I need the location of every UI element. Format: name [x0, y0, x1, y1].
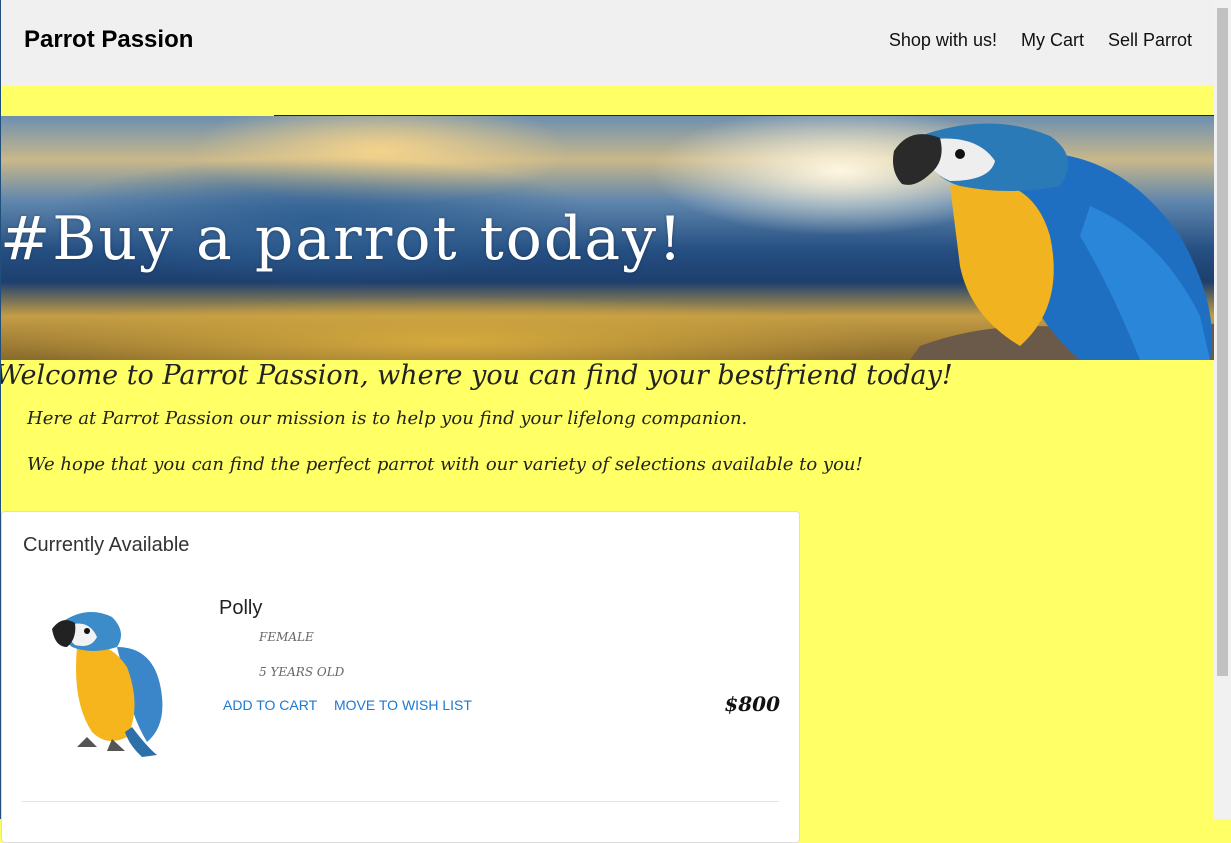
navbar: Parrot Passion Shop with us! My Cart Sel…	[0, 0, 1214, 86]
banner-hashtag-text: #Buy a parrot today!	[0, 204, 685, 274]
add-to-cart-button[interactable]: ADD TO CART	[223, 697, 317, 713]
available-card: Currently Available Polly FEMALE 5 YEARS…	[1, 511, 800, 843]
product-name[interactable]: Polly	[219, 597, 262, 620]
card-title: Currently Available	[23, 534, 190, 556]
page-edge	[0, 0, 1, 819]
product-gender: FEMALE	[259, 630, 314, 644]
brand-logo[interactable]: Parrot Passion	[24, 26, 193, 54]
nav-links: Shop with us! My Cart Sell Parrot	[889, 30, 1192, 51]
welcome-heading: Welcome to Parrot Passion, where you can…	[0, 360, 953, 391]
scrollbar-thumb[interactable]	[1217, 8, 1228, 676]
item-divider	[22, 801, 779, 802]
product-price: $800	[724, 692, 780, 716]
macaw-product-icon[interactable]	[47, 607, 177, 757]
hope-paragraph: We hope that you can find the perfect pa…	[27, 454, 863, 475]
nav-shop-link[interactable]: Shop with us!	[889, 30, 997, 51]
vertical-scrollbar[interactable]	[1214, 0, 1231, 819]
mission-paragraph: Here at Parrot Passion our mission is to…	[27, 408, 748, 429]
nav-cart-link[interactable]: My Cart	[1021, 30, 1084, 51]
product-age: 5 YEARS OLD	[259, 665, 345, 679]
macaw-banner-icon	[893, 123, 1214, 360]
banner-landscape	[0, 296, 900, 360]
nav-sell-link[interactable]: Sell Parrot	[1108, 30, 1192, 51]
hero-banner: #Buy a parrot today!	[0, 116, 1214, 360]
move-to-wishlist-button[interactable]: MOVE TO WISH LIST	[334, 697, 472, 713]
